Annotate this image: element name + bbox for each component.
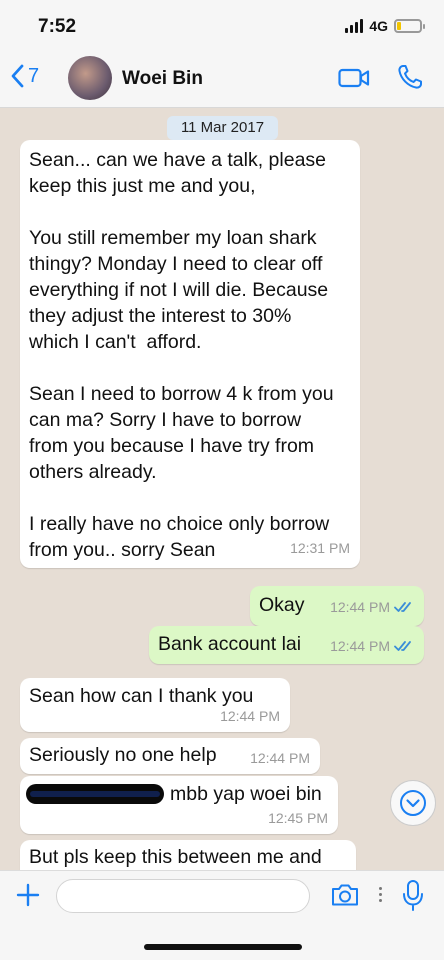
- message-time: 12:45 PM: [268, 810, 328, 826]
- message-time: 12:44 PM: [250, 750, 310, 766]
- message-time: 12:44 PM: [220, 708, 280, 724]
- battery-icon: [394, 19, 425, 33]
- message-meta: 12:44 PM: [330, 633, 414, 659]
- video-call-icon[interactable]: [338, 68, 370, 88]
- camera-icon[interactable]: [330, 883, 360, 907]
- message-time: 12:44 PM: [330, 599, 390, 615]
- more-dots-icon[interactable]: [379, 887, 382, 902]
- message-bubble-incoming[interactable]: But pls keep this between me and: [20, 840, 356, 870]
- message-text: Sean... can we have a talk, please keep …: [29, 149, 334, 561]
- read-ticks-icon: [394, 602, 411, 612]
- message-bubble-outgoing[interactable]: Okay 12:44 PM: [250, 586, 424, 626]
- scroll-to-bottom-button[interactable]: [390, 780, 436, 826]
- signal-strength-icon: [345, 19, 364, 33]
- back-button[interactable]: 7: [10, 64, 39, 88]
- redaction-scribble: [26, 784, 164, 804]
- battery-level: [397, 22, 402, 30]
- date-divider: 11 Mar 2017: [167, 116, 278, 140]
- chat-area[interactable]: 11 Mar 2017 Sean... can we have a talk, …: [0, 108, 444, 870]
- unread-count: 7: [28, 64, 40, 87]
- message-text: Bank account lai: [158, 633, 302, 655]
- chat-header: 7 Woei Bin: [0, 50, 444, 108]
- message-bubble-incoming[interactable]: Seriously no one help 12:44 PM: [20, 738, 320, 774]
- avatar[interactable]: [68, 56, 112, 100]
- message-input[interactable]: [56, 879, 310, 913]
- message-bubble-incoming[interactable]: Sean how can I thank you 12:44 PM: [20, 678, 290, 732]
- status-bar: 7:52 4G: [0, 0, 444, 50]
- phone-call-icon[interactable]: [396, 63, 424, 91]
- message-text: Okay: [259, 594, 305, 616]
- chevron-left-icon: [11, 64, 24, 88]
- status-time: 7:52: [38, 16, 77, 37]
- microphone-icon[interactable]: [402, 879, 424, 913]
- message-time: 12:31 PM: [290, 540, 350, 556]
- message-text: Seriously no one help: [29, 744, 217, 766]
- message-bubble-outgoing[interactable]: Bank account lai 12:44 PM: [149, 626, 424, 664]
- message-bubble-incoming[interactable]: mbb yap woei bin 12:45 PM: [20, 776, 338, 834]
- contact-name[interactable]: Woei Bin: [122, 68, 203, 90]
- message-text: mbb yap woei bin: [170, 783, 322, 805]
- network-type: 4G: [369, 18, 388, 34]
- plus-icon[interactable]: [16, 883, 40, 907]
- message-meta: 12:44 PM: [330, 594, 414, 620]
- read-ticks-icon: [394, 641, 411, 651]
- message-text: But pls keep this between me and: [29, 846, 322, 868]
- message-bubble-incoming[interactable]: Sean... can we have a talk, please keep …: [20, 140, 360, 568]
- chevron-down-icon: [400, 790, 426, 816]
- message-time: 12:44 PM: [330, 638, 390, 654]
- home-indicator[interactable]: [144, 944, 302, 950]
- status-indicators: 4G: [345, 18, 425, 34]
